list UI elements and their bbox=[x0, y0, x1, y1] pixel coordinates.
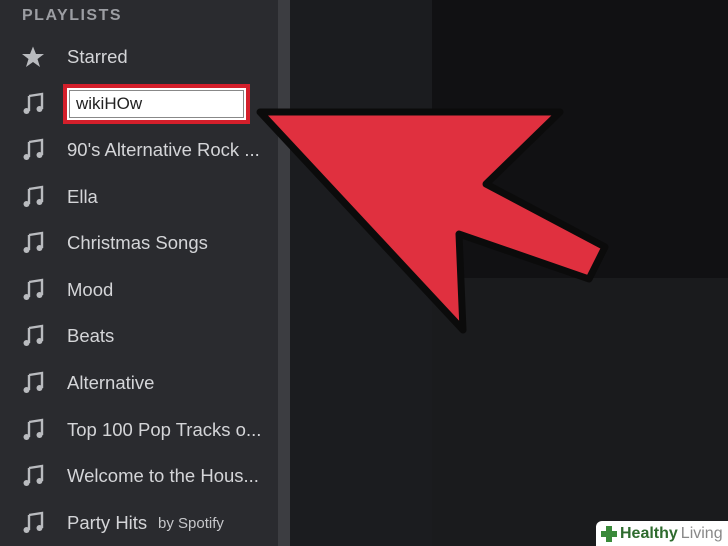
watermark-logo: Healthy Living bbox=[596, 521, 728, 546]
plus-logo-icon bbox=[601, 525, 617, 542]
pointer-arrow-annotation bbox=[256, 108, 609, 334]
watermark-word: Living bbox=[680, 524, 723, 542]
watermark-word: Healthy bbox=[620, 524, 678, 542]
